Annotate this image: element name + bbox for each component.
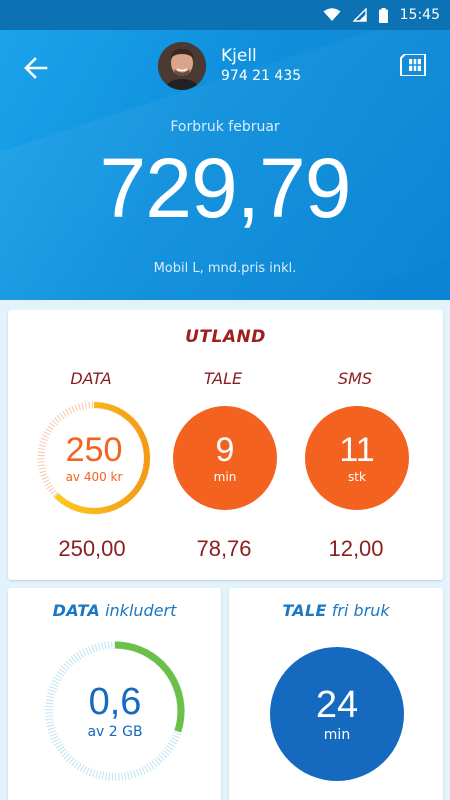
abroad-usage-card[interactable]: UTLAND DATA TALE SMS 250 av 400 kr 9 min… xyxy=(8,310,443,580)
talk-free-value: 24 xyxy=(315,684,359,727)
abroad-sms-circle[interactable]: 11 stk xyxy=(305,406,409,510)
abroad-sms-label: SMS xyxy=(337,369,373,388)
abroad-talk-unit: min xyxy=(213,469,237,484)
abroad-data-value: 250 xyxy=(65,431,123,470)
user-name: Kjell xyxy=(221,46,257,66)
period-label: Forbruk februar xyxy=(170,119,280,135)
data-included-title: DATA inkludert xyxy=(8,601,221,620)
back-button[interactable] xyxy=(22,54,50,82)
arrow-left-icon xyxy=(24,57,48,79)
abroad-sms-amount: 12,00 xyxy=(328,536,384,561)
sim-card-button[interactable] xyxy=(400,53,426,77)
talk-free-label: fri bruk xyxy=(331,601,390,620)
talk-free-title: TALE fri bruk xyxy=(229,601,443,620)
data-included-value: 0,6 xyxy=(88,681,142,724)
abroad-data-limit: av 400 kr xyxy=(65,469,123,484)
battery-icon xyxy=(378,7,388,23)
abroad-talk-label: TALE xyxy=(203,369,243,388)
abroad-talk-circle[interactable]: 9 min xyxy=(173,406,277,510)
abroad-talk-value: 9 xyxy=(215,431,235,470)
abroad-title: UTLAND xyxy=(185,327,266,347)
abroad-data-gauge[interactable]: 250 av 400 kr xyxy=(36,400,152,516)
abroad-data-amount: 250,00 xyxy=(58,536,126,561)
wifi-icon xyxy=(323,8,341,21)
abroad-talk-amount: 78,76 xyxy=(196,536,252,561)
data-brand-label: DATA xyxy=(52,601,100,620)
talk-free-circle[interactable]: 24 min xyxy=(270,647,404,781)
avatar[interactable] xyxy=(158,42,206,90)
sim-card-icon xyxy=(400,53,426,77)
status-bar: 15:45 xyxy=(0,0,450,30)
talk-free-unit: min xyxy=(323,726,351,743)
abroad-sms-value: 11 xyxy=(339,431,375,470)
signal-icon xyxy=(352,8,367,22)
usage-summary-header: Kjell 974 21 435 Forbruk februar 729,79 … xyxy=(0,30,450,300)
user-phone-number: 974 21 435 xyxy=(221,68,302,84)
abroad-sms-unit: stk xyxy=(348,469,366,484)
plan-label: Mobil L, mnd.pris inkl. xyxy=(153,261,297,276)
total-amount: 729,79 xyxy=(99,141,352,235)
user-photo-icon xyxy=(158,42,206,90)
talk-free-card[interactable]: TALE fri bruk 24 min xyxy=(229,588,443,800)
data-included-label: inkludert xyxy=(105,601,177,620)
data-included-limit: av 2 GB xyxy=(87,723,143,740)
clock: 15:45 xyxy=(399,7,440,23)
data-included-gauge[interactable]: 0,6 av 2 GB xyxy=(44,640,186,782)
data-included-card[interactable]: DATA inkludert 0,6 av 2 GB xyxy=(8,588,221,800)
abroad-data-label: DATA xyxy=(70,369,112,388)
talk-brand-label: TALE xyxy=(282,601,327,620)
